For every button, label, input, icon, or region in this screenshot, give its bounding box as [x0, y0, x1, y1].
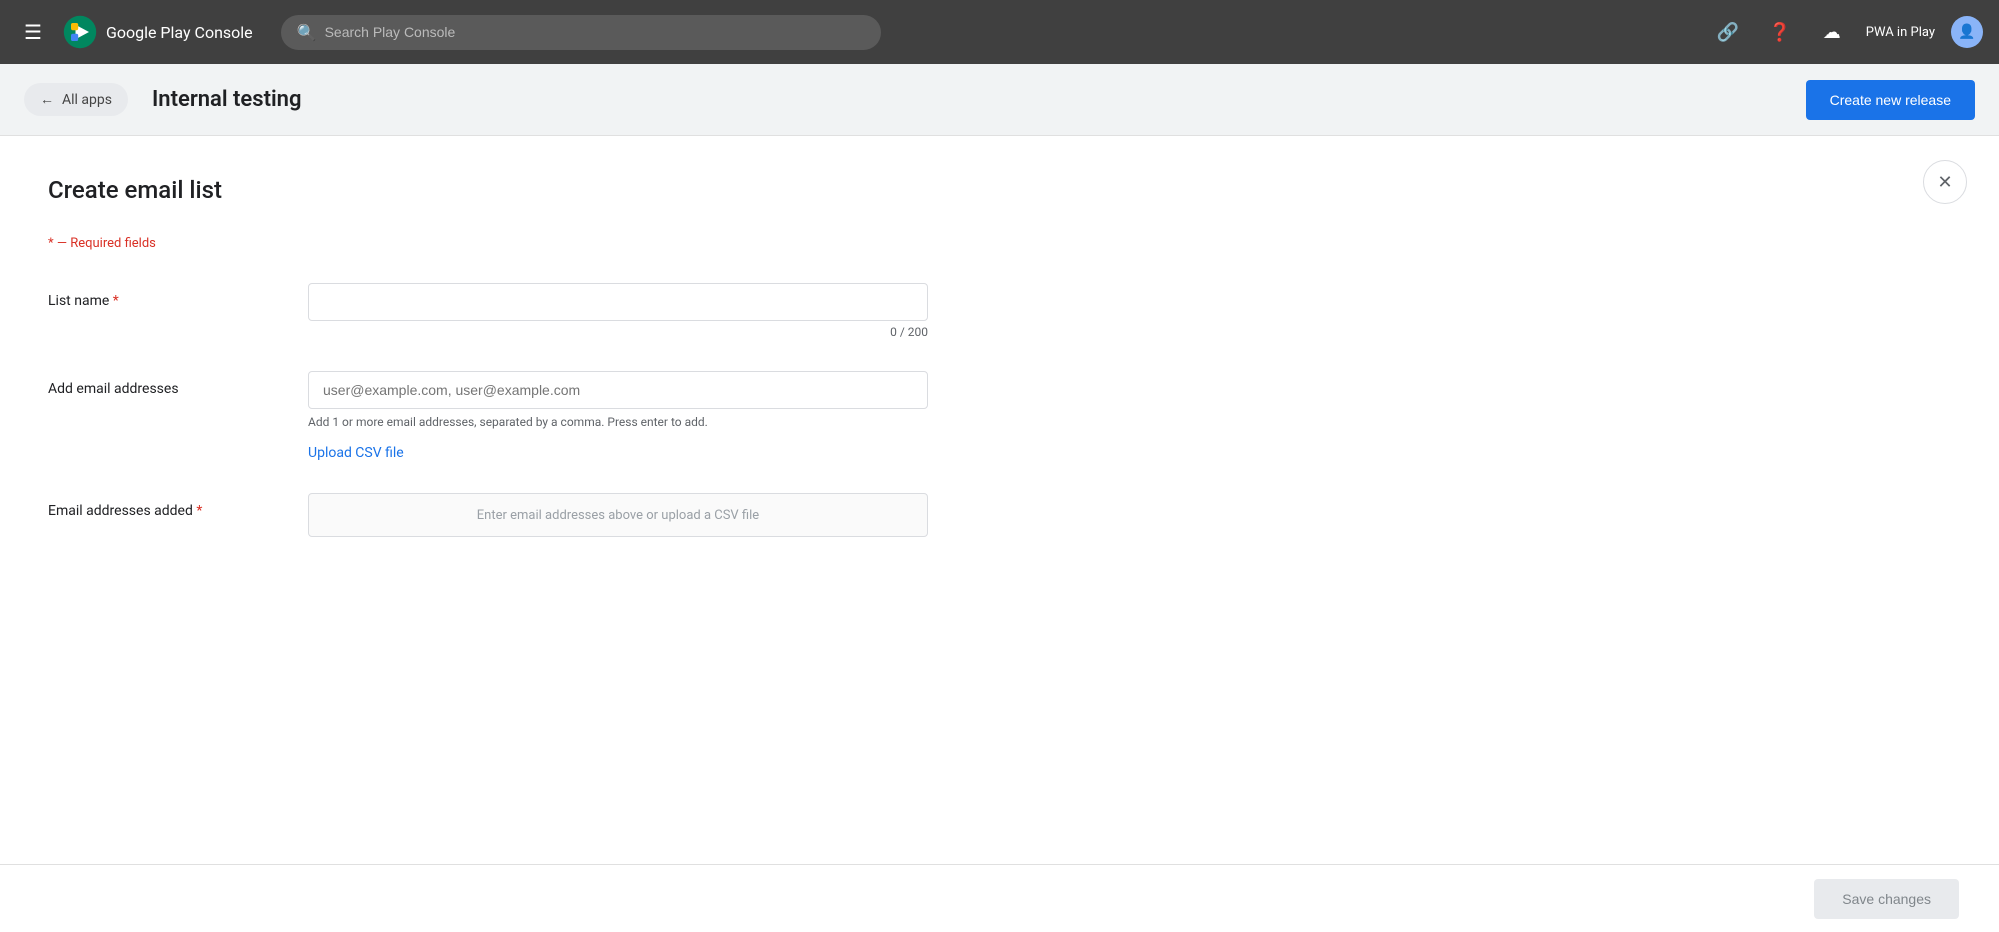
list-name-field: 0 / 200 — [308, 283, 928, 339]
app-logo: Google Play Console — [62, 14, 253, 50]
list-name-input[interactable] — [308, 283, 928, 321]
save-changes-button[interactable]: Save changes — [1814, 879, 1959, 919]
email-added-required: * — [196, 503, 202, 519]
topbar-right: 🔗 ❓ ☁ PWA in Play 👤 — [1710, 14, 1983, 50]
play-console-logo-icon — [62, 14, 98, 50]
char-count: 0 / 200 — [308, 325, 928, 339]
required-note: * — Required fields — [48, 236, 1951, 251]
modal-title: Create email list — [48, 176, 1951, 204]
close-icon: ✕ — [1937, 172, 1952, 193]
email-added-placeholder: Enter email addresses above or upload a … — [308, 493, 928, 537]
email-helper-text: Add 1 or more email addresses, separated… — [308, 415, 928, 429]
app-name: PWA in Play — [1866, 25, 1935, 40]
subheader: ← All apps Internal testing Create new r… — [0, 64, 1999, 136]
cloud-icon[interactable]: ☁ — [1814, 14, 1850, 50]
email-addresses-input[interactable] — [308, 371, 928, 409]
email-added-field: Enter email addresses above or upload a … — [308, 493, 928, 537]
avatar[interactable]: 👤 — [1951, 16, 1983, 48]
link-icon[interactable]: 🔗 — [1710, 14, 1746, 50]
list-name-required: * — [113, 293, 119, 309]
menu-icon[interactable]: ☰ — [16, 12, 50, 52]
help-icon[interactable]: ❓ — [1762, 14, 1798, 50]
email-added-row: Email addresses added * Enter email addr… — [48, 493, 1048, 537]
email-addresses-label: Add email addresses — [48, 371, 308, 397]
modal-overlay: Create email list ✕ * — Required fields … — [0, 136, 1999, 932]
search-input[interactable] — [325, 24, 865, 40]
search-icon: 🔍 — [297, 23, 317, 42]
email-addresses-field: Add 1 or more email addresses, separated… — [308, 371, 928, 461]
back-label: All apps — [62, 92, 112, 108]
logo-text: Google Play Console — [106, 23, 253, 42]
back-arrow-icon: ← — [40, 91, 54, 108]
modal-panel: Create email list ✕ * — Required fields … — [0, 136, 1999, 932]
modal-footer: Save changes — [0, 864, 1999, 932]
page-title: Internal testing — [152, 87, 302, 112]
list-name-label: List name * — [48, 283, 308, 309]
email-added-label: Email addresses added * — [48, 493, 308, 519]
upload-csv-link[interactable]: Upload CSV file — [308, 445, 404, 461]
list-name-row: List name * 0 / 200 — [48, 283, 1048, 339]
create-new-release-button[interactable]: Create new release — [1806, 80, 1975, 120]
back-button[interactable]: ← All apps — [24, 83, 128, 116]
search-bar[interactable]: 🔍 — [281, 15, 881, 50]
add-email-row: Add email addresses Add 1 or more email … — [48, 371, 1048, 461]
topbar: ☰ Google Play Console 🔍 🔗 ❓ ☁ PWA in Pla… — [0, 0, 1999, 64]
close-button[interactable]: ✕ — [1923, 160, 1967, 204]
required-text: — Required fields — [54, 236, 156, 251]
